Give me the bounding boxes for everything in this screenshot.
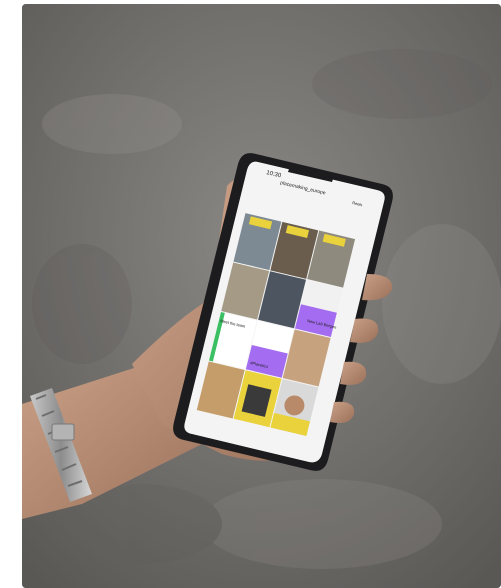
photo-card: 10:30 placemaking_europe Reels New Lab B… [22,4,501,588]
phone-in-hand-photo: 10:30 placemaking_europe Reels New Lab B… [22,4,501,588]
